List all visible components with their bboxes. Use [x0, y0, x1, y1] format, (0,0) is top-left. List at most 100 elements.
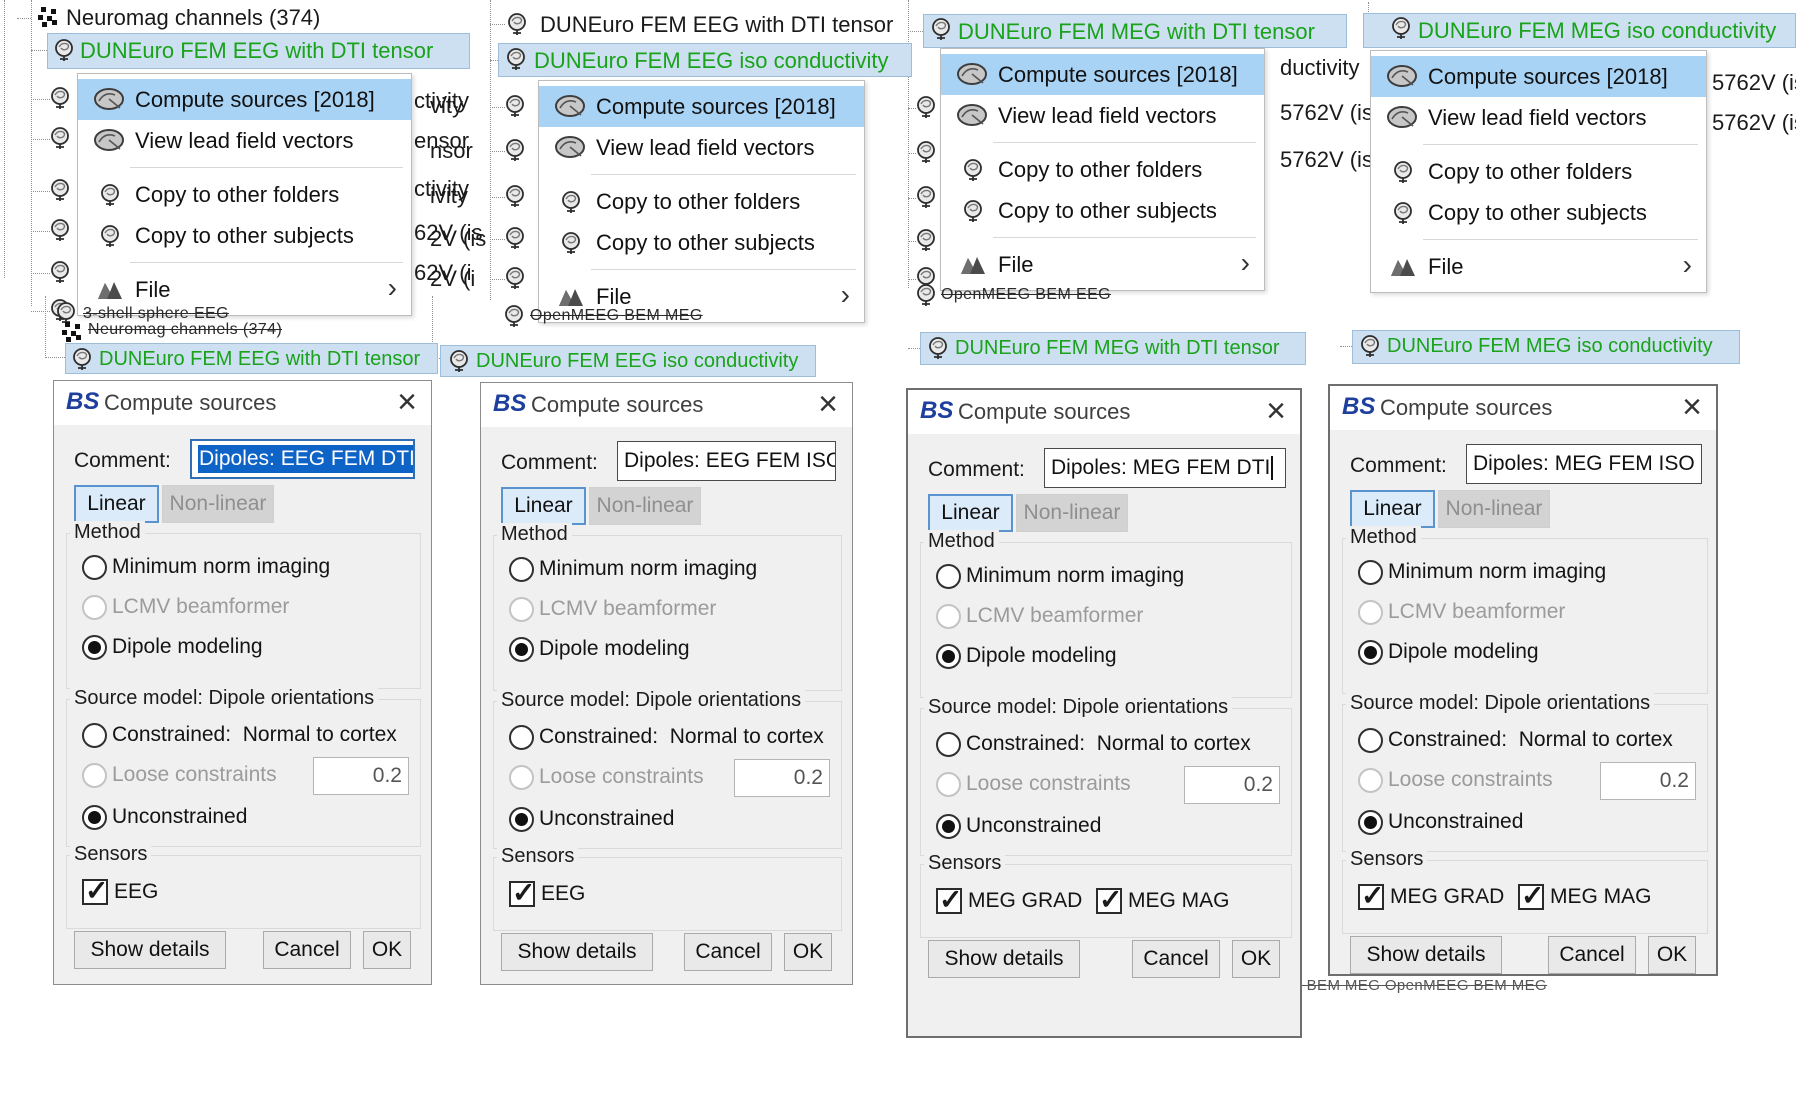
- head-icon[interactable]: [928, 336, 948, 360]
- head-icon[interactable]: [1391, 16, 1411, 40]
- menu-item-label: File: [998, 252, 1033, 278]
- radio-unconstrained[interactable]: [509, 807, 534, 832]
- head-icon[interactable]: [506, 47, 526, 71]
- menu-item-view-lead-field-vectors[interactable]: View lead field vectors: [539, 127, 864, 168]
- head-icon[interactable]: [449, 349, 469, 373]
- compute-sources-dialog: BSCompute sources×Comment:Dipoles: EEG F…: [53, 380, 432, 985]
- comment-label: Comment:: [501, 451, 598, 475]
- menu-item-view-lead-field-vectors[interactable]: View lead field vectors: [78, 120, 411, 161]
- show-details-button[interactable]: Show details: [928, 940, 1080, 978]
- menu-separator: [130, 262, 403, 263]
- radio-label: Unconstrained: [112, 805, 247, 829]
- tree-item[interactable]: DUNEuro FEM EEG iso conductivity: [534, 48, 889, 74]
- checkbox-meg-grad[interactable]: [1358, 884, 1384, 910]
- menu-item-file[interactable]: File›: [1371, 246, 1706, 287]
- radio-label: Unconstrained: [966, 814, 1101, 838]
- radio-label: Minimum norm imaging: [539, 557, 757, 581]
- file-icon: [87, 279, 133, 301]
- tree-connector: [490, 239, 505, 240]
- menu-item-view-lead-field-vectors[interactable]: View lead field vectors: [1371, 97, 1706, 138]
- tree-connector: [31, 50, 47, 51]
- menu-item-copy-to-other-folders[interactable]: Copy to other folders: [539, 181, 864, 222]
- close-icon[interactable]: ×: [1682, 386, 1702, 428]
- close-icon[interactable]: ×: [397, 381, 417, 423]
- linear-button[interactable]: Linear: [1350, 490, 1435, 528]
- tree-item[interactable]: DUNEuro FEM MEG with DTI tensor: [955, 337, 1280, 360]
- show-details-button[interactable]: Show details: [1350, 936, 1502, 974]
- ok-button[interactable]: OK: [1232, 940, 1280, 978]
- radio-unconstrained[interactable]: [82, 805, 107, 830]
- tree-item[interactable]: DUNEuro FEM EEG with DTI tensor: [540, 12, 893, 38]
- radio-minimum-norm-imaging[interactable]: [509, 557, 534, 582]
- radio-unconstrained[interactable]: [936, 814, 961, 839]
- close-icon[interactable]: ×: [1266, 390, 1286, 432]
- menu-item-compute-sources-2018[interactable]: Compute sources [2018]: [941, 54, 1264, 95]
- linear-button[interactable]: Linear: [501, 487, 586, 525]
- head-icon[interactable]: [1360, 334, 1380, 358]
- radio-constrained-normal-to-cortex[interactable]: [936, 732, 961, 757]
- menu-item-compute-sources-2018[interactable]: Compute sources [2018]: [1371, 56, 1706, 97]
- menu-item-file[interactable]: File›: [78, 269, 411, 310]
- radio-minimum-norm-imaging[interactable]: [1358, 560, 1383, 585]
- menu-item-copy-to-other-subjects[interactable]: Copy to other subjects: [539, 222, 864, 263]
- comment-field[interactable]: Dipoles: EEG FEM DTI: [190, 439, 415, 479]
- tree-item[interactable]: Neuromag channels (374): [66, 5, 320, 31]
- menu-item-view-lead-field-vectors[interactable]: View lead field vectors: [941, 95, 1264, 136]
- comment-field[interactable]: Dipoles: MEG FEM ISO: [1466, 444, 1702, 484]
- tree-item[interactable]: DUNEuro FEM MEG iso conductivity: [1387, 335, 1713, 358]
- tree-item[interactable]: DUNEuro FEM EEG with DTI tensor: [80, 38, 433, 64]
- radio-dipole-modeling[interactable]: [1358, 640, 1383, 665]
- linear-button[interactable]: Linear: [74, 485, 159, 523]
- menu-item-copy-to-other-folders[interactable]: Copy to other folders: [78, 174, 411, 215]
- checkbox-eeg[interactable]: [509, 881, 535, 907]
- context-menu: Compute sources [2018]View lead field ve…: [538, 80, 865, 323]
- cancel-button[interactable]: Cancel: [1132, 940, 1220, 978]
- menu-item-compute-sources-2018[interactable]: Compute sources [2018]: [539, 86, 864, 127]
- cancel-button[interactable]: Cancel: [1548, 936, 1636, 974]
- head-icon[interactable]: [72, 347, 92, 371]
- menu-item-copy-to-other-folders[interactable]: Copy to other folders: [1371, 151, 1706, 192]
- menu-item-copy-to-other-subjects[interactable]: Copy to other subjects: [941, 190, 1264, 231]
- head-icon[interactable]: [507, 12, 527, 36]
- ok-button[interactable]: OK: [363, 931, 411, 969]
- brainstorm-logo-icon: BS: [1342, 393, 1375, 421]
- head-icon[interactable]: [931, 17, 951, 41]
- show-details-button[interactable]: Show details: [501, 933, 653, 971]
- menu-item-file[interactable]: File›: [941, 244, 1264, 285]
- checkbox-eeg[interactable]: [82, 879, 108, 905]
- radio-dipole-modeling[interactable]: [509, 637, 534, 662]
- tree-item[interactable]: DUNEuro FEM MEG with DTI tensor: [958, 19, 1315, 45]
- close-icon[interactable]: ×: [818, 383, 838, 425]
- radio-minimum-norm-imaging[interactable]: [82, 555, 107, 580]
- comment-field[interactable]: Dipoles: EEG FEM ISO: [617, 441, 836, 481]
- tree-item[interactable]: DUNEuro FEM EEG with DTI tensor: [99, 348, 420, 371]
- head-icon: [504, 304, 524, 328]
- checkbox-meg-mag[interactable]: [1518, 884, 1544, 910]
- radio-dipole-modeling[interactable]: [936, 644, 961, 669]
- checkbox-meg-grad[interactable]: [936, 888, 962, 914]
- menu-item-compute-sources-2018[interactable]: Compute sources [2018]: [78, 79, 411, 120]
- radio-minimum-norm-imaging[interactable]: [936, 564, 961, 589]
- radio-constrained-normal-to-cortex[interactable]: [1358, 728, 1383, 753]
- show-details-button[interactable]: Show details: [74, 931, 226, 969]
- radio-dipole-modeling[interactable]: [82, 635, 107, 660]
- radio-label: Dipole modeling: [539, 637, 690, 661]
- checkbox-meg-mag[interactable]: [1096, 888, 1122, 914]
- radio-constrained-normal-to-cortex[interactable]: [82, 723, 107, 748]
- menu-item-copy-to-other-folders[interactable]: Copy to other folders: [941, 149, 1264, 190]
- file-icon: [950, 254, 996, 276]
- cancel-button[interactable]: Cancel: [263, 931, 351, 969]
- channels-icon[interactable]: [38, 6, 60, 28]
- comment-field[interactable]: Dipoles: MEG FEM DTI: [1044, 448, 1286, 488]
- ok-button[interactable]: OK: [784, 933, 832, 971]
- tree-item[interactable]: DUNEuro FEM EEG iso conductivity: [476, 350, 798, 373]
- ok-button[interactable]: OK: [1648, 936, 1696, 974]
- cancel-button[interactable]: Cancel: [684, 933, 772, 971]
- head-icon[interactable]: [54, 38, 74, 62]
- menu-item-copy-to-other-subjects[interactable]: Copy to other subjects: [1371, 192, 1706, 233]
- radio-constrained-normal-to-cortex[interactable]: [509, 725, 534, 750]
- menu-item-copy-to-other-subjects[interactable]: Copy to other subjects: [78, 215, 411, 256]
- radio-unconstrained[interactable]: [1358, 810, 1383, 835]
- linear-button[interactable]: Linear: [928, 494, 1013, 532]
- tree-item[interactable]: DUNEuro FEM MEG iso conductivity: [1418, 18, 1776, 44]
